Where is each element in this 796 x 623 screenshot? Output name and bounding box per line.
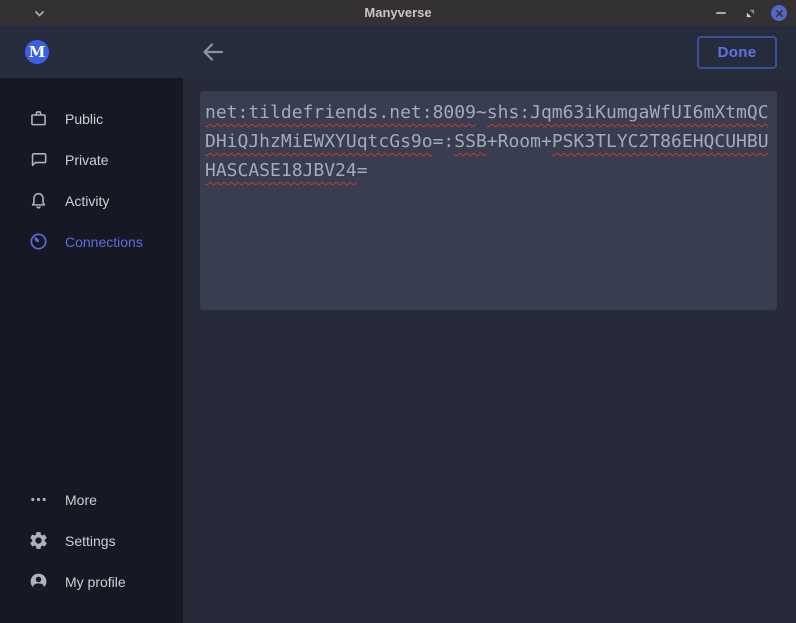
restore-icon [745, 8, 756, 19]
sidebar-item-label: Connections [65, 234, 143, 250]
sidebar-item-connections[interactable]: Connections [0, 221, 183, 262]
manyverse-logo-avatar[interactable]: M [25, 40, 49, 64]
close-icon [775, 9, 784, 18]
ellipsis-icon [28, 489, 49, 510]
main-panel: net:tildefriends.net:8009~shs:Jqm63iKumg… [183, 78, 796, 623]
invite-code-line: HASCASE18JBV24= [205, 156, 772, 185]
os-titlebar: Manyverse [0, 0, 796, 26]
sidebar-item-my-profile[interactable]: My profile [0, 561, 183, 602]
sidebar-item-settings[interactable]: Settings [0, 520, 183, 561]
content-area: Public Private Activity Connections [0, 78, 796, 623]
sidebar-item-more[interactable]: More [0, 479, 183, 520]
sidebar: Public Private Activity Connections [0, 78, 183, 623]
sidebar-item-label: Settings [65, 533, 116, 549]
speech-bubble-icon [28, 149, 49, 170]
gauge-icon [28, 231, 49, 252]
sidebar-item-label: My profile [65, 574, 126, 590]
close-button[interactable] [771, 5, 787, 21]
window-title: Manyverse [0, 0, 796, 26]
minimize-icon [716, 12, 726, 14]
done-button[interactable]: Done [697, 36, 777, 69]
person-circle-icon [28, 571, 49, 592]
back-button[interactable] [201, 41, 225, 63]
sidebar-item-activity[interactable]: Activity [0, 180, 183, 221]
sidebar-item-public[interactable]: Public [0, 98, 183, 139]
bell-icon [28, 190, 49, 211]
restore-button[interactable] [742, 5, 758, 21]
minimize-button[interactable] [713, 5, 729, 21]
sidebar-footer: More Settings My profile [0, 479, 183, 623]
sidebar-item-label: Activity [65, 193, 109, 209]
sidebar-item-label: More [65, 492, 97, 508]
window-controls [713, 0, 787, 26]
back-arrow-icon [201, 41, 225, 63]
sidebar-item-private[interactable]: Private [0, 139, 183, 180]
sidebar-item-label: Private [65, 152, 109, 168]
invite-code-textarea[interactable]: net:tildefriends.net:8009~shs:Jqm63iKumg… [200, 91, 777, 310]
public-box-icon [28, 108, 49, 129]
sidebar-item-label: Public [65, 111, 103, 127]
gear-icon [28, 530, 49, 551]
invite-code-line: DHiQJhzMiEWXYUqtcGs9o=:SSB+Room+PSK3TLYC… [205, 127, 772, 156]
invite-code-line: net:tildefriends.net:8009~shs:Jqm63iKumg… [205, 98, 772, 127]
app-header: M Done [0, 26, 796, 78]
